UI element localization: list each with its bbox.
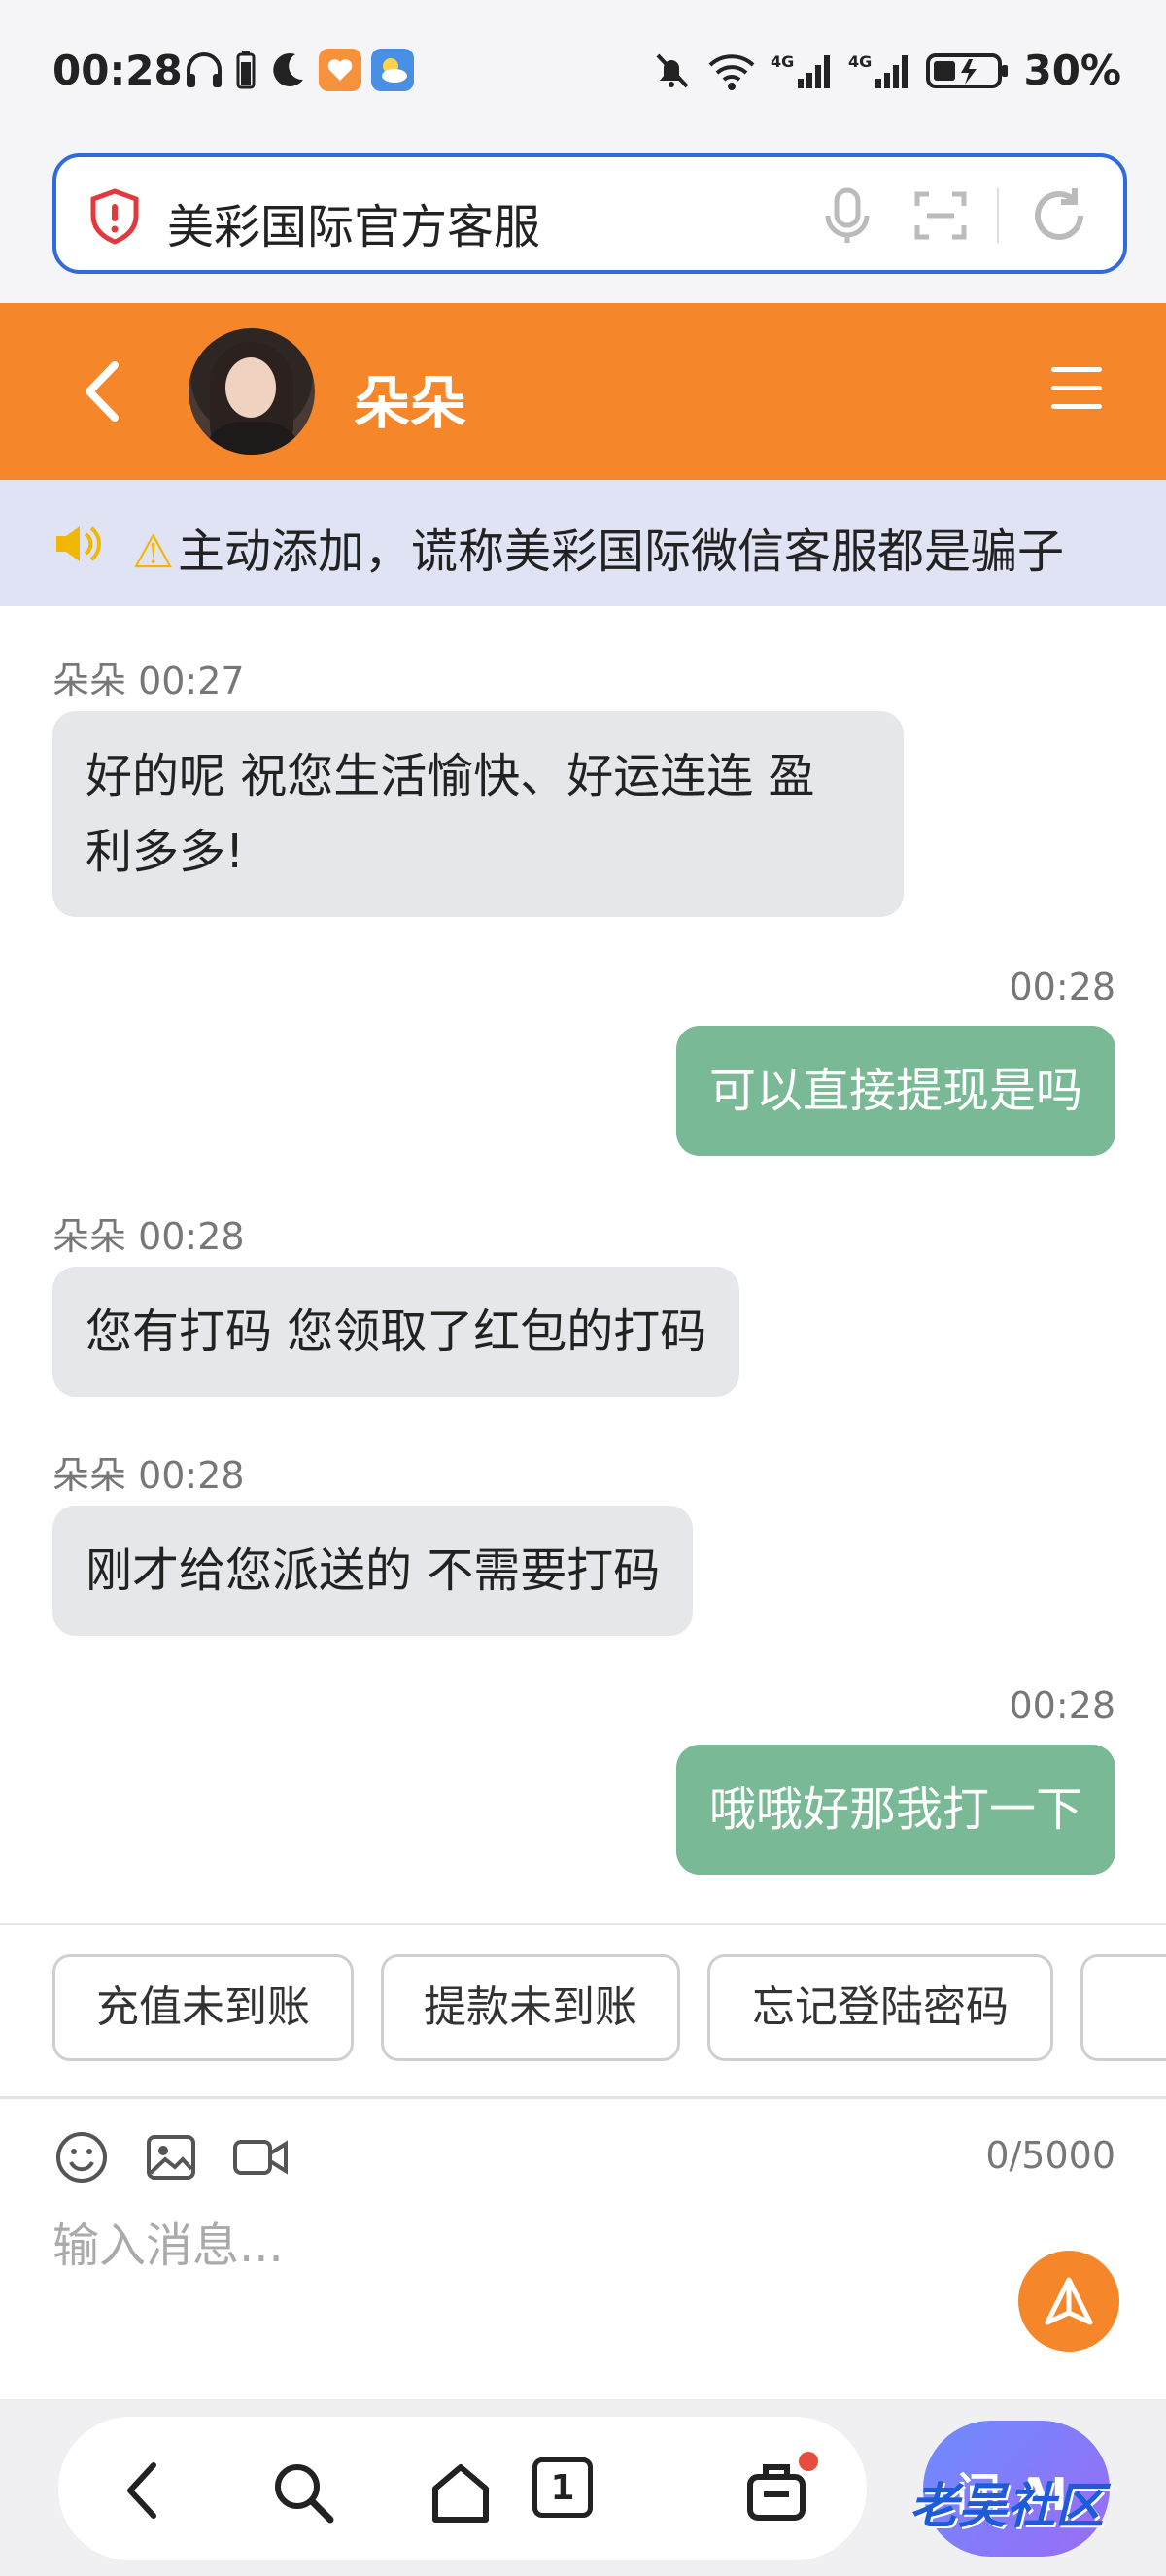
message-bubble-incoming[interactable]: 好的呢 祝您生活愉快、好运连连 盈 利多多! <box>52 711 904 917</box>
watermark-text: 老吴社区 <box>909 2478 1104 2534</box>
shield-alert-icon[interactable] <box>89 188 140 245</box>
nav-home-icon[interactable] <box>428 2459 494 2525</box>
notice-text: ⚠主动添加，谎称美彩国际微信客服都是骗子 <box>132 525 1065 579</box>
nav-back-icon[interactable] <box>117 2459 171 2522</box>
status-bar: 00:28 4G 4G 30% <box>0 0 1166 146</box>
wifi-icon <box>709 53 755 90</box>
input-area: 0/5000 <box>0 2096 1166 2399</box>
moon-icon <box>273 52 303 86</box>
menu-icon[interactable] <box>1051 367 1102 412</box>
status-right-icons: 4G 4G 30% <box>650 47 1121 94</box>
message-list[interactable]: 朵朵 00:27 好的呢 祝您生活愉快、好运连连 盈 利多多! 00:28 可以… <box>0 606 1166 1923</box>
nav-search-icon[interactable] <box>270 2459 336 2525</box>
quick-reply-more[interactable] <box>1080 1954 1166 2061</box>
address-text[interactable]: 美彩国际官方客服 <box>167 188 540 256</box>
message-input[interactable] <box>52 2212 927 2280</box>
sim-battery-icon <box>236 51 256 89</box>
quick-reply-withdraw[interactable]: 提款未到账 <box>381 1954 680 2061</box>
send-button[interactable] <box>1018 2251 1119 2352</box>
headphones-icon <box>187 52 222 87</box>
speaker-icon <box>56 526 101 561</box>
char-counter: 0/5000 <box>985 2134 1115 2177</box>
video-icon[interactable] <box>231 2130 290 2185</box>
refresh-icon[interactable] <box>1028 185 1090 247</box>
warning-icon: ⚠ <box>132 525 175 579</box>
message-bubble-outgoing[interactable]: 可以直接提现是吗 <box>675 1026 1115 1156</box>
status-time: 00:28 <box>52 47 183 94</box>
message-meta: 朵朵 00:28 <box>52 1215 245 1258</box>
quick-reply-recharge[interactable]: 充值未到账 <box>52 1954 354 2061</box>
signal-4g-icon-1: 4G <box>771 52 831 88</box>
svg-text:4G: 4G <box>848 52 872 71</box>
quick-reply-bar[interactable]: 充值未到账 提款未到账 忘记登陆密码 <box>0 1923 1166 2096</box>
weather-app-icon <box>371 49 414 91</box>
quick-reply-forgot-password[interactable]: 忘记登陆密码 <box>707 1954 1053 2061</box>
notification-dot <box>799 2452 818 2471</box>
avatar[interactable] <box>189 328 315 455</box>
nav-pill: 1 <box>58 2417 867 2560</box>
chat-header: 朵朵 <box>0 303 1166 480</box>
battery-percent: 30% <box>1023 47 1121 94</box>
address-bar[interactable]: 美彩国际官方客服 <box>52 153 1127 274</box>
notice-banner: ⚠主动添加，谎称美彩国际微信客服都是骗子 <box>0 480 1166 606</box>
scan-icon[interactable] <box>913 188 968 243</box>
address-divider <box>997 188 999 243</box>
message-bubble-outgoing[interactable]: 哦哦好那我打一下 <box>675 1745 1115 1875</box>
message-meta: 朵朵 00:28 <box>52 1454 245 1497</box>
microphone-icon[interactable] <box>820 186 874 247</box>
image-icon[interactable] <box>144 2130 198 2185</box>
message-text: 利多多! <box>86 825 245 879</box>
message-meta: 朵朵 00:27 <box>52 660 245 702</box>
message-meta: 00:28 <box>1009 1684 1115 1727</box>
status-left-icons <box>183 49 414 91</box>
mute-bell-icon <box>657 53 689 87</box>
message-text: 好的呢 祝您生活愉快、好运连连 盈 <box>86 749 815 803</box>
message-bubble-incoming[interactable]: 您有打码 您领取了红包的打码 <box>52 1267 740 1397</box>
svg-text:4G: 4G <box>771 52 794 71</box>
message-bubble-incoming[interactable]: 刚才给您派送的 不需要打码 <box>52 1506 694 1636</box>
nav-toolbox-icon[interactable] <box>744 2459 808 2524</box>
nav-tabs-button[interactable]: 1 <box>532 2457 593 2518</box>
heart-app-icon <box>319 49 361 91</box>
emoji-icon[interactable] <box>54 2130 109 2185</box>
back-arrow-icon[interactable] <box>76 357 134 425</box>
send-icon <box>1045 2277 1093 2325</box>
contact-name: 朵朵 <box>354 370 467 436</box>
signal-4g-icon-2: 4G <box>848 52 909 88</box>
message-meta: 00:28 <box>1009 966 1115 1008</box>
battery-icon <box>926 52 1009 88</box>
